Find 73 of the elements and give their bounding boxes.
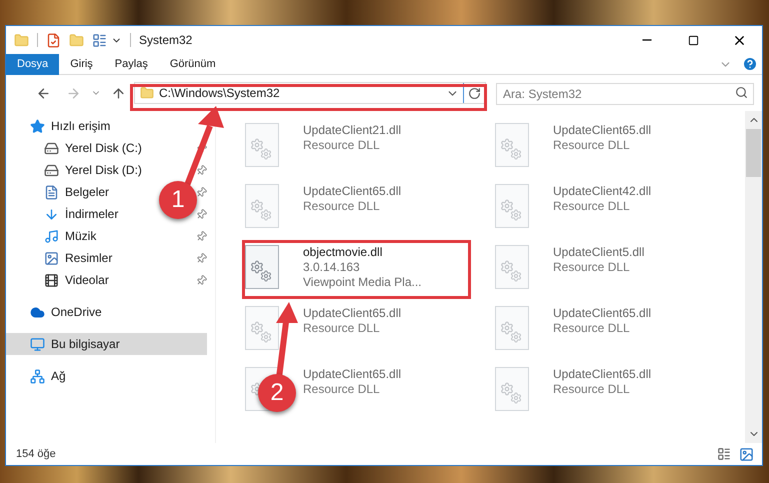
file-detail: Resource DLL [303, 138, 381, 153]
file-name: UpdateClient65.dll [303, 184, 402, 199]
back-icon[interactable] [36, 86, 51, 100]
drive-icon [44, 140, 59, 156]
file-detail: Resource DLL [553, 260, 631, 275]
nav-item[interactable]: Belgeler [6, 181, 118, 203]
ribbon-tab[interactable]: Görünüm [158, 54, 227, 74]
file-gear-icon [245, 123, 279, 167]
file-gear-icon [495, 184, 529, 228]
ribbon-tab[interactable]: Dosya [6, 54, 60, 74]
file-name: UpdateClient42.dll [553, 184, 652, 199]
file-name: UpdateClient5.dll [553, 245, 644, 260]
file-gear-icon [245, 245, 279, 289]
drive-icon [44, 162, 59, 178]
folder-icon [140, 86, 154, 100]
scrollbar[interactable] [745, 111, 762, 443]
scroll-thumb[interactable] [746, 129, 761, 177]
file-name: UpdateClient65.dll [553, 367, 652, 382]
network-icon [30, 368, 45, 384]
nav-item[interactable]: İndirmeler [6, 203, 126, 225]
file-detail: Resource DLL [303, 199, 381, 214]
file-detail: Viewpoint Media Pla... [303, 275, 422, 290]
nav-item[interactable]: Bu bilgisayar [6, 333, 207, 355]
nav-item[interactable]: Resimler [6, 247, 120, 269]
nav-item[interactable]: Hızlı erişim [6, 115, 118, 137]
download-icon [44, 206, 59, 222]
up-icon[interactable] [111, 86, 126, 100]
ribbon-tab[interactable]: Paylaş [104, 54, 159, 74]
file-name: UpdateClient65.dll [303, 367, 402, 382]
file-name: UpdateClient65.dll [303, 306, 402, 321]
file-name: UpdateClient65.dll [553, 123, 652, 138]
file-gear-icon [495, 306, 529, 350]
file-detail: Resource DLL [303, 382, 381, 397]
window-title: System32 [139, 32, 192, 49]
file-detail: 3.0.14.163 [303, 260, 361, 275]
search-field[interactable]: Ara: System32 [496, 83, 754, 105]
item-count: 154 öğe [16, 446, 56, 462]
file-name: objectmovie.dll [303, 245, 384, 260]
file-detail: Resource DLL [553, 138, 631, 153]
maximize-icon [688, 34, 698, 46]
cloud-icon [30, 304, 45, 320]
view-icon[interactable] [92, 32, 107, 48]
address-field[interactable]: C:\Windows\System32 [134, 82, 486, 104]
refresh-icon[interactable] [468, 86, 481, 100]
file-gear-icon [245, 184, 279, 228]
nav-item[interactable]: Yerel Disk (C:) [6, 137, 150, 159]
star-icon [30, 118, 45, 134]
details-view-icon[interactable] [717, 447, 731, 461]
picture-icon [44, 250, 59, 266]
music-note-icon [44, 228, 59, 244]
large-icons-view-icon[interactable] [739, 446, 754, 462]
help-icon[interactable] [742, 56, 758, 72]
search-icon [735, 86, 748, 99]
file-name: UpdateClient65.dll [553, 306, 652, 321]
file-detail: Resource DLL [553, 382, 631, 397]
file-gear-icon [495, 245, 529, 289]
document-icon [44, 184, 59, 200]
nav-item[interactable]: Yerel Disk (D:) [6, 159, 150, 181]
ribbon-tab[interactable]: Giriş [59, 54, 104, 74]
file-detail: Resource DLL [553, 321, 631, 336]
monitor-icon [30, 336, 45, 352]
nav-item[interactable]: Videolar [6, 269, 117, 291]
properties-icon[interactable] [46, 32, 61, 48]
nav-item[interactable]: OneDrive [6, 301, 110, 323]
nav-item[interactable]: Ağ [6, 365, 74, 387]
nav-item[interactable]: Müzik [6, 225, 104, 247]
file-detail: Resource DLL [553, 199, 631, 214]
file-detail: Resource DLL [303, 321, 381, 336]
file-gear-icon [495, 123, 529, 167]
file-gear-icon [495, 367, 529, 411]
file-name: UpdateClient21.dll [303, 123, 402, 138]
file-gear-icon [245, 306, 279, 350]
film-icon [44, 272, 59, 288]
